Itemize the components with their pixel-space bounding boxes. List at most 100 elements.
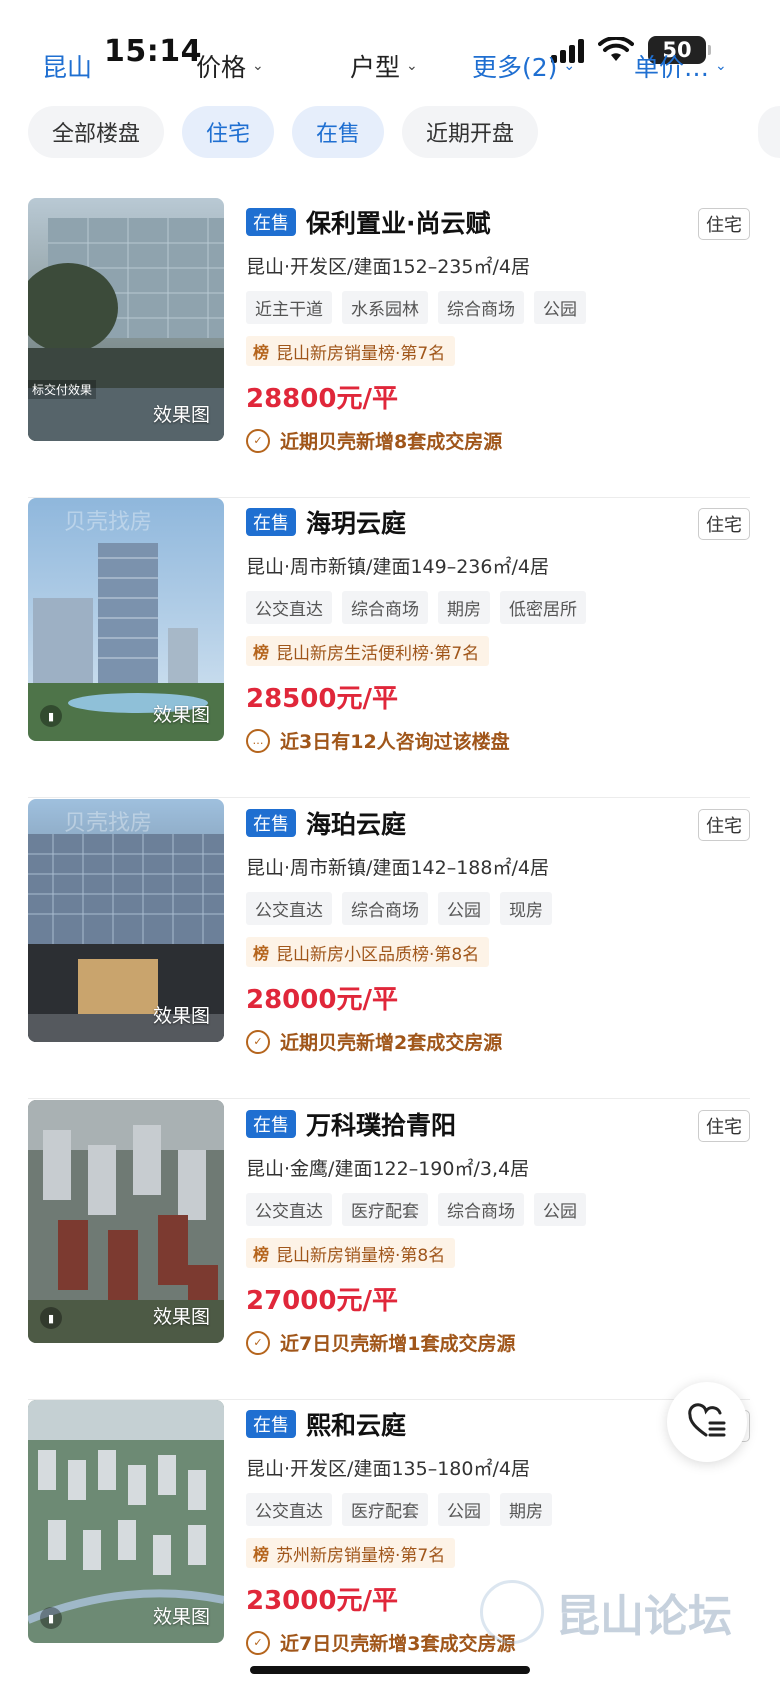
listing-price: 27000元/平 bbox=[246, 1286, 398, 1316]
chip-all[interactable]: 全部楼盘 bbox=[28, 106, 165, 158]
album-icon: ▮ bbox=[40, 1607, 62, 1629]
tag: 水系园林 bbox=[342, 291, 428, 324]
render-label: 效果图 bbox=[152, 404, 210, 426]
tag: 公交直达 bbox=[246, 1493, 332, 1526]
highlight-text: 近期贝壳新增8套成交房源 bbox=[280, 431, 503, 453]
status-badge: 在售 bbox=[246, 208, 296, 236]
tag: 公交直达 bbox=[246, 1193, 332, 1226]
chevron-down-icon: ⌄ bbox=[715, 58, 727, 74]
deal-icon: ✓ bbox=[246, 1630, 270, 1655]
ranking-badge[interactable]: 榜 昆山新房生活便利榜·第7名 bbox=[246, 636, 490, 666]
status-badge: 在售 bbox=[246, 1110, 296, 1138]
deal-icon: ✓ bbox=[246, 1029, 270, 1054]
filter-city[interactable]: 昆山 bbox=[42, 48, 92, 84]
listing-tags: 公交直达 医疗配套 公园 期房 bbox=[246, 1493, 750, 1526]
tag: 公园 bbox=[438, 1493, 490, 1526]
filter-sort[interactable]: 单价… ⌄ bbox=[634, 48, 727, 84]
render-label: 效果图 bbox=[152, 1306, 210, 1328]
chevron-down-icon: ⌄ bbox=[252, 58, 264, 74]
listing-card[interactable]: 贝壳找房 ▮ 效果图 在售 海玥云庭 住宅 昆山·周市新镇/建面149–236㎡… bbox=[28, 498, 750, 798]
tag: 公交直达 bbox=[246, 892, 332, 925]
chat-icon: … bbox=[246, 728, 270, 753]
listing-card[interactable]: 标交付效果 效果图 在售 保利置业·尚云赋 住宅 昆山·开发区/建面152–23… bbox=[28, 198, 750, 498]
filter-sort-label: 单价… bbox=[634, 53, 710, 82]
tag: 公园 bbox=[438, 892, 490, 925]
tag: 综合商场 bbox=[438, 1193, 524, 1226]
ranking-icon: 榜 bbox=[252, 343, 269, 362]
listing-image: 贝壳找房 ▮ 效果图 bbox=[28, 498, 224, 741]
highlight-text: 近3日有12人咨询过该楼盘 bbox=[280, 731, 510, 753]
property-type-badge: 住宅 bbox=[698, 1110, 750, 1142]
ranking-text: 昆山新房销量榜·第8名 bbox=[276, 1245, 446, 1266]
ranking-icon: 榜 bbox=[252, 1545, 269, 1564]
listing-info: 在售 海珀云庭 住宅 昆山·周市新镇/建面142–188㎡/4居 公交直达 综合… bbox=[246, 807, 750, 1055]
ranking-badge[interactable]: 榜 苏州新房销量榜·第7名 bbox=[246, 1538, 456, 1568]
ranking-badge[interactable]: 榜 昆山新房销量榜·第7名 bbox=[246, 336, 456, 366]
chip-residential[interactable]: 住宅 bbox=[182, 106, 275, 158]
listing-tags: 公交直达 综合商场 期房 低密居所 bbox=[246, 591, 750, 624]
deal-icon: ✓ bbox=[246, 428, 270, 453]
listing-meta: 昆山·金鹰/建面122–190㎡/3,4居 bbox=[246, 1158, 530, 1180]
ranking-text: 苏州新房销量榜·第7名 bbox=[276, 1545, 446, 1566]
listing-price: 28800元/平 bbox=[246, 384, 398, 414]
listing-highlight: ✓ 近期贝壳新增2套成交房源 bbox=[246, 1028, 750, 1055]
render-label: 效果图 bbox=[152, 1606, 210, 1628]
listing-meta: 昆山·开发区/建面152–235㎡/4居 bbox=[246, 256, 530, 278]
filter-layout[interactable]: 户型 ⌄ bbox=[350, 48, 418, 84]
filter-layout-label: 户型 bbox=[350, 53, 401, 82]
chevron-down-icon: ⌄ bbox=[563, 58, 576, 74]
deal-icon: ✓ bbox=[246, 1330, 270, 1355]
render-label: 效果图 bbox=[152, 704, 210, 726]
tag: 现房 bbox=[500, 892, 552, 925]
listing-info: 在售 万科璞拾青阳 住宅 昆山·金鹰/建面122–190㎡/3,4居 公交直达 … bbox=[246, 1108, 750, 1356]
watermark-text: 贝壳找房 bbox=[64, 811, 153, 836]
ranking-text: 昆山新房销量榜·第7名 bbox=[276, 343, 446, 364]
listing-highlight: ✓ 近期贝壳新增8套成交房源 bbox=[246, 427, 750, 454]
album-icon: ▮ bbox=[40, 1307, 62, 1329]
filter-city-label: 昆山 bbox=[42, 53, 93, 82]
render-label: 效果图 bbox=[152, 1005, 210, 1027]
listing-highlight: ✓ 近7日贝壳新增1套成交房源 bbox=[246, 1329, 750, 1356]
watermark-text: 贝壳找房 bbox=[64, 510, 153, 535]
filter-price[interactable]: 价格 ⌄ bbox=[196, 48, 264, 84]
forum-watermark-text: 昆山论坛 bbox=[556, 1591, 732, 1642]
home-indicator[interactable] bbox=[250, 1666, 530, 1674]
listing-title: 海珀云庭 bbox=[306, 810, 407, 839]
listing-meta: 昆山·周市新镇/建面149–236㎡/4居 bbox=[246, 556, 549, 578]
forum-logo-icon bbox=[480, 1580, 544, 1644]
listing-meta: 昆山·周市新镇/建面142–188㎡/4居 bbox=[246, 857, 549, 879]
listing-tags: 公交直达 医疗配套 综合商场 公园 bbox=[246, 1193, 750, 1226]
delivery-note: 标交付效果 bbox=[28, 380, 97, 399]
ranking-icon: 榜 bbox=[252, 1245, 269, 1264]
ranking-badge[interactable]: 榜 昆山新房小区品质榜·第8名 bbox=[246, 937, 490, 967]
listing-price: 28000元/平 bbox=[246, 985, 398, 1015]
tag: 综合商场 bbox=[438, 291, 524, 324]
listing-card[interactable]: 贝壳找房 效果图 在售 海珀云庭 住宅 昆山·周市新镇/建面142–188㎡/4… bbox=[28, 799, 750, 1099]
chip-recent-opening[interactable]: 近期开盘 bbox=[402, 106, 539, 158]
heart-list-icon bbox=[688, 1403, 726, 1437]
ranking-badge[interactable]: 榜 昆山新房销量榜·第8名 bbox=[246, 1238, 456, 1268]
listing-image: 标交付效果 效果图 bbox=[28, 198, 224, 441]
favorites-fab[interactable] bbox=[667, 1382, 747, 1462]
listing-meta: 昆山·开发区/建面135–180㎡/4居 bbox=[246, 1458, 530, 1480]
property-type-badge: 住宅 bbox=[698, 208, 750, 240]
status-badge: 在售 bbox=[246, 508, 296, 536]
tag: 近主干道 bbox=[246, 291, 332, 324]
listing-card[interactable]: ▮ 效果图 在售 熙和云庭 住宅 昆山·开发区/建面135–180㎡/4居 公交… bbox=[28, 1400, 750, 1691]
listing-tags: 公交直达 综合商场 公园 现房 bbox=[246, 892, 750, 925]
property-type-badge: 住宅 bbox=[698, 508, 750, 540]
chip-on-sale[interactable]: 在售 bbox=[292, 106, 385, 158]
forum-watermark: 昆山论坛 bbox=[480, 1580, 732, 1644]
listing-info: 在售 保利置业·尚云赋 住宅 昆山·开发区/建面152–235㎡/4居 近主干道… bbox=[246, 206, 750, 454]
status-badge: 在售 bbox=[246, 1410, 296, 1438]
filter-price-label: 价格 bbox=[196, 53, 247, 82]
status-badge: 在售 bbox=[246, 809, 296, 837]
listing-card[interactable]: ▮ 效果图 在售 万科璞拾青阳 住宅 昆山·金鹰/建面122–190㎡/3,4居… bbox=[28, 1100, 750, 1400]
tag: 期房 bbox=[438, 591, 490, 624]
ranking-icon: 榜 bbox=[252, 643, 269, 662]
filter-more[interactable]: 更多(2) ⌄ bbox=[472, 48, 575, 84]
listing-tags: 近主干道 水系园林 综合商场 公园 bbox=[246, 291, 750, 324]
highlight-text: 近7日贝壳新增1套成交房源 bbox=[280, 1333, 516, 1355]
quick-filter-chips: 全部楼盘 住宅 在售 近期开盘 bbox=[28, 106, 539, 158]
tag: 低密居所 bbox=[500, 591, 586, 624]
